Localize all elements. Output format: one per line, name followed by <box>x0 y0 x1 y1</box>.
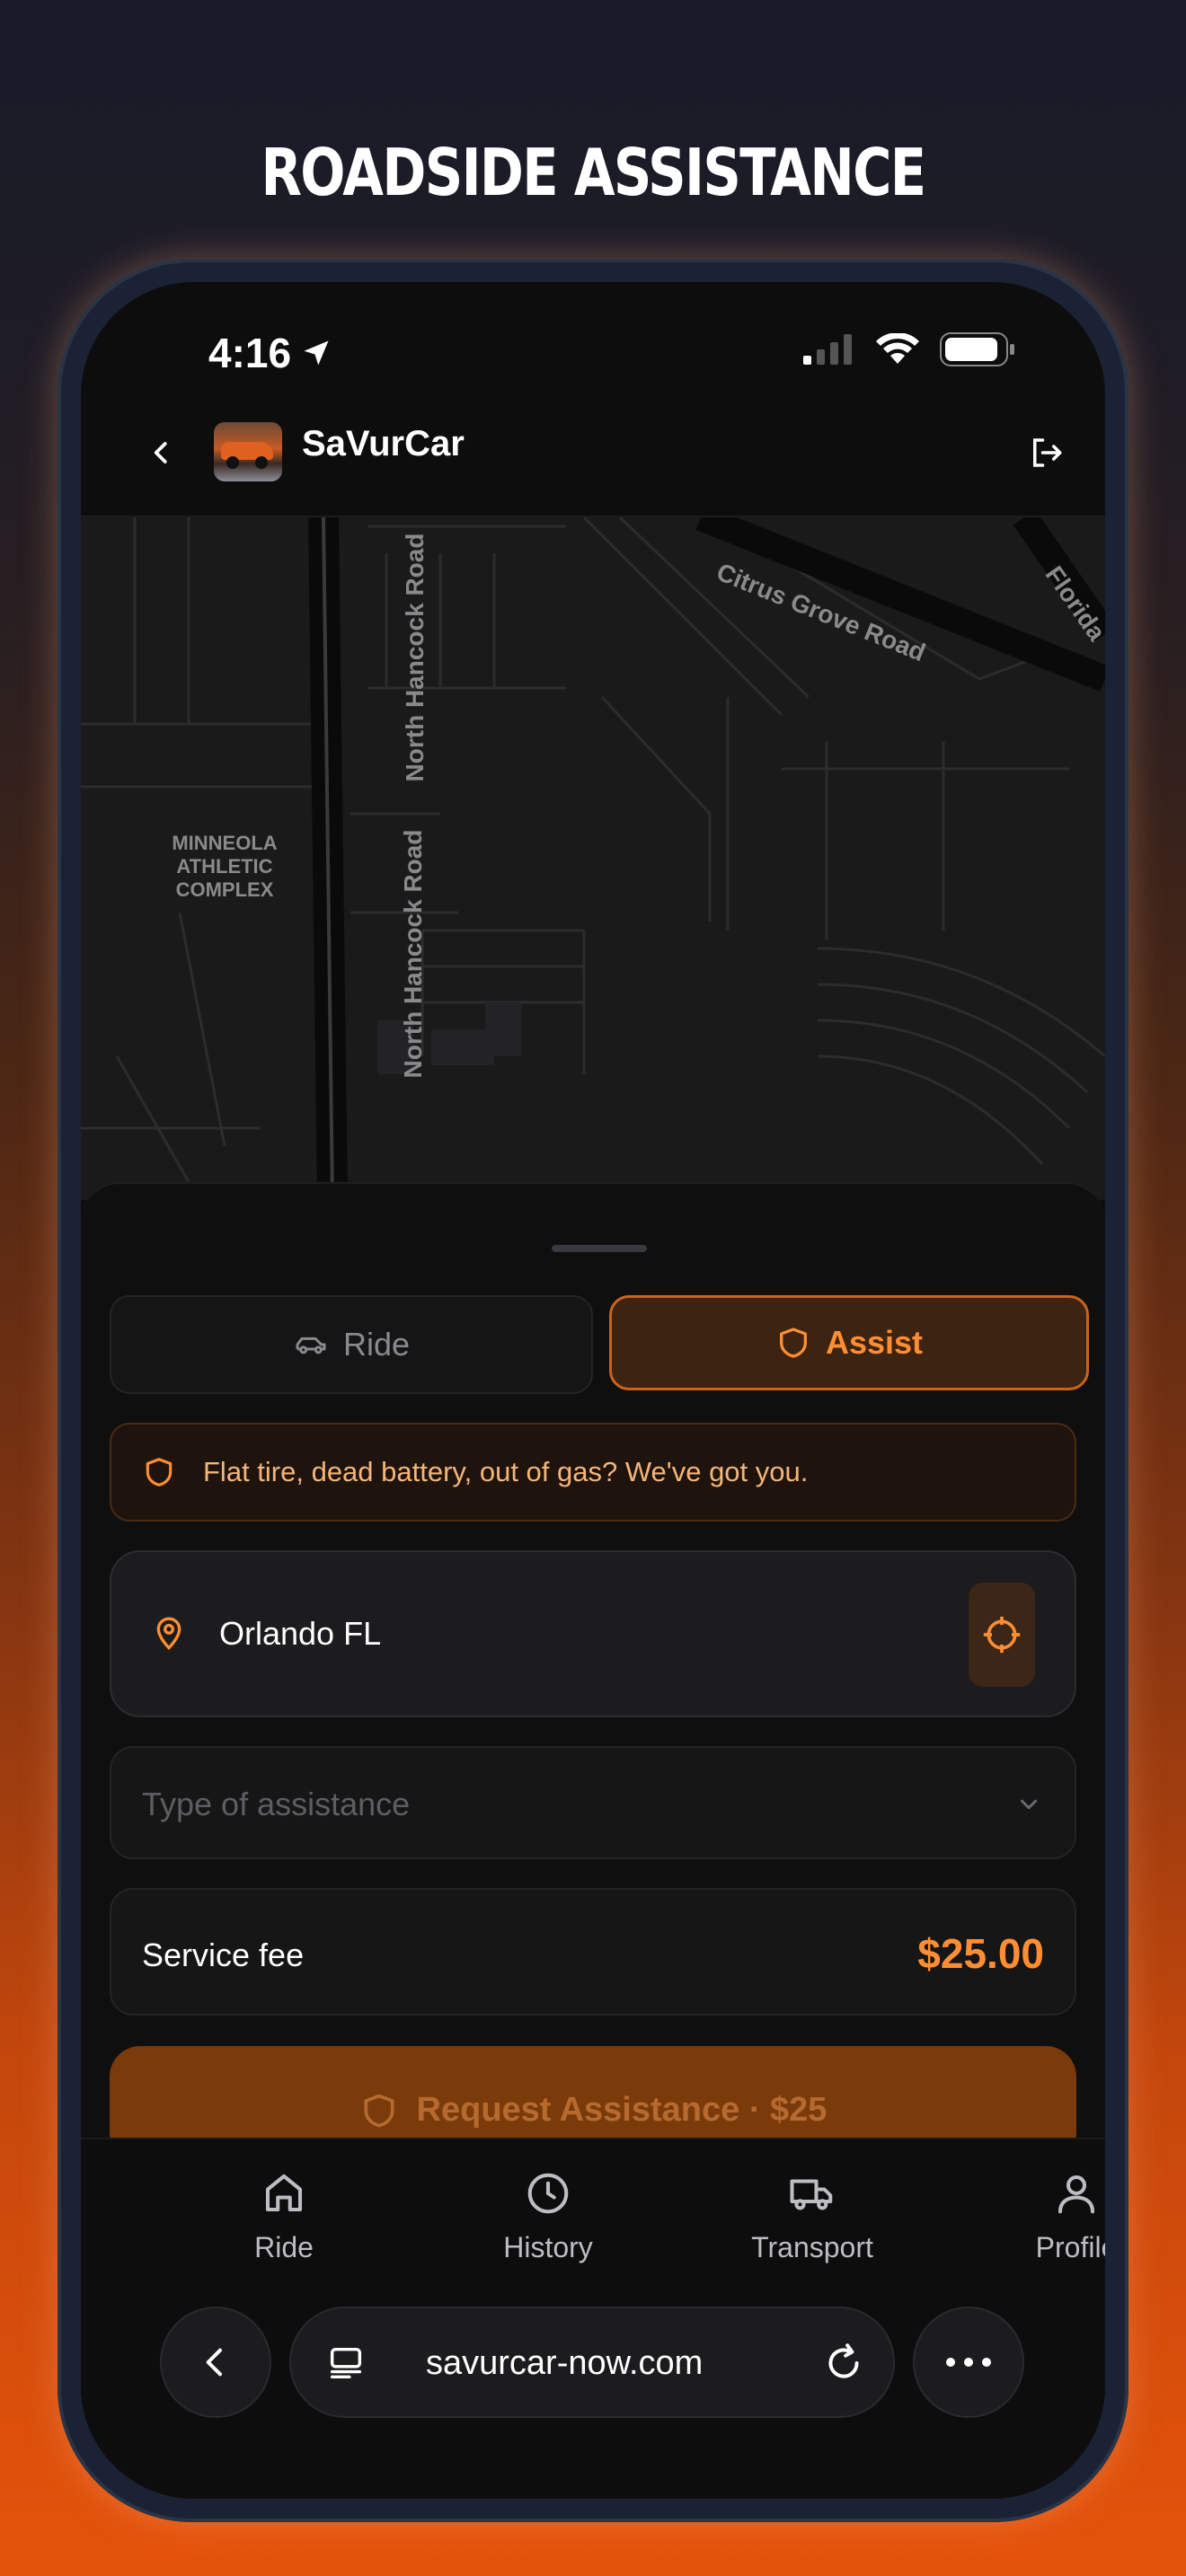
service-fee-row: Service fee $25.00 <box>110 1888 1076 2016</box>
chevron-left-icon <box>154 442 167 463</box>
browser-back-button[interactable] <box>160 2307 271 2418</box>
info-banner-text: Flat tire, dead battery, out of gas? We'… <box>203 1456 809 1487</box>
location-field[interactable]: Orlando FL <box>110 1550 1076 1717</box>
info-banner: Flat tire, dead battery, out of gas? We'… <box>110 1423 1076 1522</box>
url-text: savurcar-now.com <box>426 2344 704 2382</box>
locate-me-button[interactable] <box>969 1583 1035 1687</box>
assistance-type-placeholder: Type of assistance <box>142 1786 411 1822</box>
brand-logo-image <box>214 422 282 481</box>
browser-toolbar: savurcar-now.com <box>81 2290 1105 2499</box>
shield-icon <box>779 1328 807 1358</box>
map-label-poi-line: MINNEOLA <box>172 832 278 854</box>
wifi-icon <box>876 333 919 364</box>
tab-assist[interactable]: Assist <box>609 1295 1089 1390</box>
status-clock: 4:16 <box>208 329 332 377</box>
home-icon <box>265 2174 303 2212</box>
bottom-nav: Ride History Transport Profil <box>81 2138 1105 2292</box>
nav-item-label: Profile <box>1035 2231 1105 2263</box>
map-pin-icon <box>156 1617 181 1651</box>
tabs-icon <box>330 2347 362 2379</box>
bottom-sheet: Ride Assist Flat tire, dead battery, out… <box>81 1182 1105 2163</box>
clock-icon <box>527 2173 569 2214</box>
map-label-road: North Hancock Road <box>399 829 427 1079</box>
shield-icon <box>146 1458 173 1486</box>
phone-screen: 4:16 SaVurCar North Hancock Road North H… <box>81 282 1105 2499</box>
shield-icon <box>364 2094 394 2128</box>
status-bar: 4:16 <box>81 282 1105 417</box>
logout-button[interactable] <box>1019 426 1073 480</box>
battery-icon <box>940 332 1014 366</box>
nav-item-label: Ride <box>254 2231 314 2263</box>
nav-item-ride[interactable]: Ride <box>194 2166 374 2264</box>
chevron-left-icon <box>206 2348 222 2377</box>
map-label-poi-line: COMPLEX <box>175 878 274 901</box>
signal-icon <box>803 334 852 365</box>
promo-title: ROADSIDE ASSISTANCE <box>261 135 926 210</box>
nav-item-history[interactable]: History <box>458 2166 638 2264</box>
truck-icon <box>790 2179 833 2210</box>
nav-item-label: History <box>503 2231 593 2263</box>
user-icon <box>1058 2175 1095 2214</box>
service-fee-amount: $25.00 <box>917 1930 1044 1977</box>
more-dots-icon <box>946 2358 991 2367</box>
logout-icon <box>1033 438 1062 467</box>
url-bar[interactable]: savurcar-now.com <box>289 2307 895 2418</box>
nav-item-label: Transport <box>751 2231 873 2263</box>
crosshair-icon <box>983 1616 1021 1654</box>
chevron-down-icon <box>1021 1799 1037 1810</box>
back-button[interactable] <box>135 426 189 480</box>
tab-assist-label: Assist <box>825 1324 924 1361</box>
map-label-poi-line: ATHLETIC <box>176 855 273 878</box>
map-label-poi: MINNEOLA ATHLETIC COMPLEX <box>135 832 314 902</box>
tab-ride-label: Ride <box>342 1326 411 1363</box>
mode-tabs: Ride Assist <box>110 1295 1089 1394</box>
map-label-road: North Hancock Road <box>401 533 429 782</box>
map-view[interactable]: North Hancock Road North Hancock Road Ci… <box>81 517 1105 1200</box>
car-icon <box>296 1337 326 1354</box>
tab-ride[interactable]: Ride <box>110 1295 593 1394</box>
sheet-drag-handle[interactable] <box>552 1245 647 1252</box>
browser-more-button[interactable] <box>913 2307 1024 2418</box>
nav-item-transport[interactable]: Transport <box>722 2166 902 2264</box>
nav-item-profile[interactable]: Profile <box>987 2166 1105 2264</box>
app-header: SaVurCar <box>81 399 1105 517</box>
reload-icon[interactable] <box>821 2341 866 2386</box>
assistance-type-select[interactable]: Type of assistance <box>110 1746 1076 1859</box>
status-icons <box>803 332 1015 366</box>
status-time: 4:16 <box>208 330 292 376</box>
location-value: Orlando FL <box>219 1615 382 1652</box>
location-arrow-icon <box>304 340 329 366</box>
request-assistance-label: Request Assistance · $25 <box>416 2091 828 2129</box>
brand-name: SaVurCar <box>302 424 465 463</box>
service-fee-label: Service fee <box>142 1936 305 1973</box>
